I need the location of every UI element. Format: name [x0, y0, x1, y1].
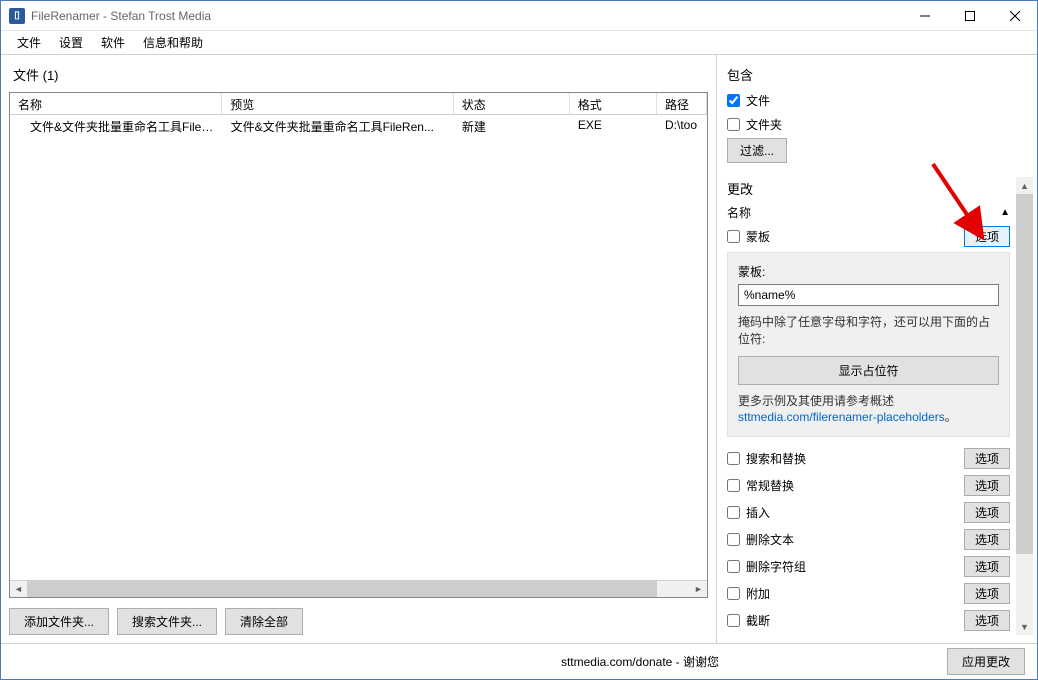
mask-field-label: 蒙板:: [738, 263, 999, 280]
change-item-label: 搜索和替换: [746, 450, 806, 467]
mask-more-text: 更多示例及其使用请参考概述 sttmedia.com/filerenamer-p…: [738, 393, 999, 427]
hscroll-thumb[interactable]: [27, 581, 657, 597]
donate-text: sttmedia.com/donate - 谢谢您: [333, 653, 947, 670]
window-title: FileRenamer - Stefan Trost Media: [31, 9, 902, 23]
footer: sttmedia.com/donate - 谢谢您 应用更改: [1, 643, 1037, 679]
menu-file[interactable]: 文件: [9, 32, 49, 53]
change-item-checkbox[interactable]: [727, 614, 740, 627]
col-header-name[interactable]: 名称: [10, 93, 222, 114]
change-item-options-button[interactable]: 选项: [964, 529, 1010, 550]
include-title: 包含: [727, 65, 1033, 84]
files-section-title: 文件 (1): [9, 63, 708, 86]
change-item-label: 插入: [746, 504, 770, 521]
col-header-status[interactable]: 状态: [454, 93, 570, 114]
change-item-label: 删除文本: [746, 531, 794, 548]
titlebar[interactable]: ▯ FileRenamer - Stefan Trost Media: [1, 1, 1037, 31]
menu-settings[interactable]: 设置: [51, 32, 91, 53]
minimize-button[interactable]: [902, 1, 947, 30]
change-item-options-button[interactable]: 选项: [964, 556, 1010, 577]
right-pane: 包含 文件 文件夹 过滤... 更改 名称 ▲: [717, 55, 1037, 643]
change-item-checkbox[interactable]: [727, 479, 740, 492]
menubar: 文件 设置 软件 信息和帮助: [1, 31, 1037, 55]
change-item-checkbox[interactable]: [727, 560, 740, 573]
change-item-row: 附加 选项: [727, 582, 1010, 604]
cell-path: D:\too: [657, 115, 707, 135]
horizontal-scrollbar[interactable]: ◄ ►: [10, 580, 707, 597]
mask-panel: 蒙板: 掩码中除了任意字母和字符，还可以用下面的占位符: 显示占位符 更多示例及…: [727, 252, 1010, 437]
collapse-up-icon[interactable]: ▲: [1000, 207, 1010, 218]
vscroll-thumb[interactable]: [1016, 194, 1033, 554]
col-header-format[interactable]: 格式: [570, 93, 657, 114]
scroll-up-icon[interactable]: ▲: [1016, 177, 1033, 194]
change-item-row: 搜索和替换 选项: [727, 447, 1010, 469]
change-item-label: 截断: [746, 612, 770, 629]
include-files-checkbox[interactable]: [727, 94, 740, 107]
change-item-row: 截断 选项: [727, 609, 1010, 631]
table-body[interactable]: 文件&文件夹批量重命名工具FileR... 文件&文件夹批量重命名工具FileR…: [10, 115, 707, 580]
include-files-label: 文件: [746, 92, 770, 109]
col-header-path[interactable]: 路径: [657, 93, 707, 114]
change-item-row: 删除字符组 选项: [727, 555, 1010, 577]
cell-status: 新建: [454, 115, 570, 135]
cell-name: 文件&文件夹批量重命名工具FileR...: [10, 115, 223, 135]
app-icon: ▯: [9, 8, 25, 24]
close-button[interactable]: [992, 1, 1037, 30]
change-item-checkbox[interactable]: [727, 587, 740, 600]
change-item-label: 删除字符组: [746, 558, 806, 575]
app-window: ▯ FileRenamer - Stefan Trost Media 文件 设置…: [0, 0, 1038, 680]
change-item-checkbox[interactable]: [727, 533, 740, 546]
scroll-left-icon[interactable]: ◄: [10, 581, 27, 598]
placeholders-link[interactable]: sttmedia.com/filerenamer-placeholders: [738, 410, 945, 424]
mask-input[interactable]: [738, 284, 999, 306]
menu-help[interactable]: 信息和帮助: [135, 32, 211, 53]
scroll-down-icon[interactable]: ▼: [1016, 618, 1033, 635]
change-item-label: 常规替换: [746, 477, 794, 494]
scroll-right-icon[interactable]: ►: [690, 581, 707, 598]
change-item-options-button[interactable]: 选项: [964, 583, 1010, 604]
change-title: 更改: [727, 179, 1010, 198]
table-row[interactable]: 文件&文件夹批量重命名工具FileR... 文件&文件夹批量重命名工具FileR…: [10, 115, 707, 135]
mask-options-button[interactable]: 选项: [964, 226, 1010, 247]
menu-software[interactable]: 软件: [93, 32, 133, 53]
include-folders-checkbox[interactable]: [727, 118, 740, 131]
mask-hint: 掩码中除了任意字母和字符，还可以用下面的占位符:: [738, 314, 999, 348]
search-folder-button[interactable]: 搜索文件夹...: [117, 608, 217, 635]
add-folder-button[interactable]: 添加文件夹...: [9, 608, 109, 635]
mask-checkbox[interactable]: [727, 230, 740, 243]
left-pane: 文件 (1) 名称 预览 状态 格式 路径 文件&文件夹批量重命名工具FileR…: [1, 55, 717, 643]
apply-changes-button[interactable]: 应用更改: [947, 648, 1025, 675]
change-item-row: 常规替换 选项: [727, 474, 1010, 496]
show-placeholders-button[interactable]: 显示占位符: [738, 356, 999, 385]
cell-preview: 文件&文件夹批量重命名工具FileRen...: [223, 115, 454, 135]
change-item-options-button[interactable]: 选项: [964, 448, 1010, 469]
mask-label: 蒙板: [746, 228, 770, 245]
change-item-row: 插入 选项: [727, 501, 1010, 523]
change-item-options-button[interactable]: 选项: [964, 502, 1010, 523]
change-item-options-button[interactable]: 选项: [964, 610, 1010, 631]
table-header: 名称 预览 状态 格式 路径: [10, 93, 707, 115]
maximize-button[interactable]: [947, 1, 992, 30]
change-item-checkbox[interactable]: [727, 452, 740, 465]
change-item-checkbox[interactable]: [727, 506, 740, 519]
include-folders-label: 文件夹: [746, 116, 782, 133]
col-header-preview[interactable]: 预览: [222, 93, 453, 114]
clear-all-button[interactable]: 清除全部: [225, 608, 303, 635]
change-item-row: 删除文本 选项: [727, 528, 1010, 550]
filter-button[interactable]: 过滤...: [727, 138, 787, 163]
change-item-label: 附加: [746, 585, 770, 602]
vertical-scrollbar[interactable]: ▲ ▼: [1016, 177, 1033, 635]
change-item-options-button[interactable]: 选项: [964, 475, 1010, 496]
name-label: 名称: [727, 204, 751, 221]
cell-format: EXE: [570, 115, 657, 135]
file-table: 名称 预览 状态 格式 路径 文件&文件夹批量重命名工具FileR... 文件&…: [9, 92, 708, 598]
